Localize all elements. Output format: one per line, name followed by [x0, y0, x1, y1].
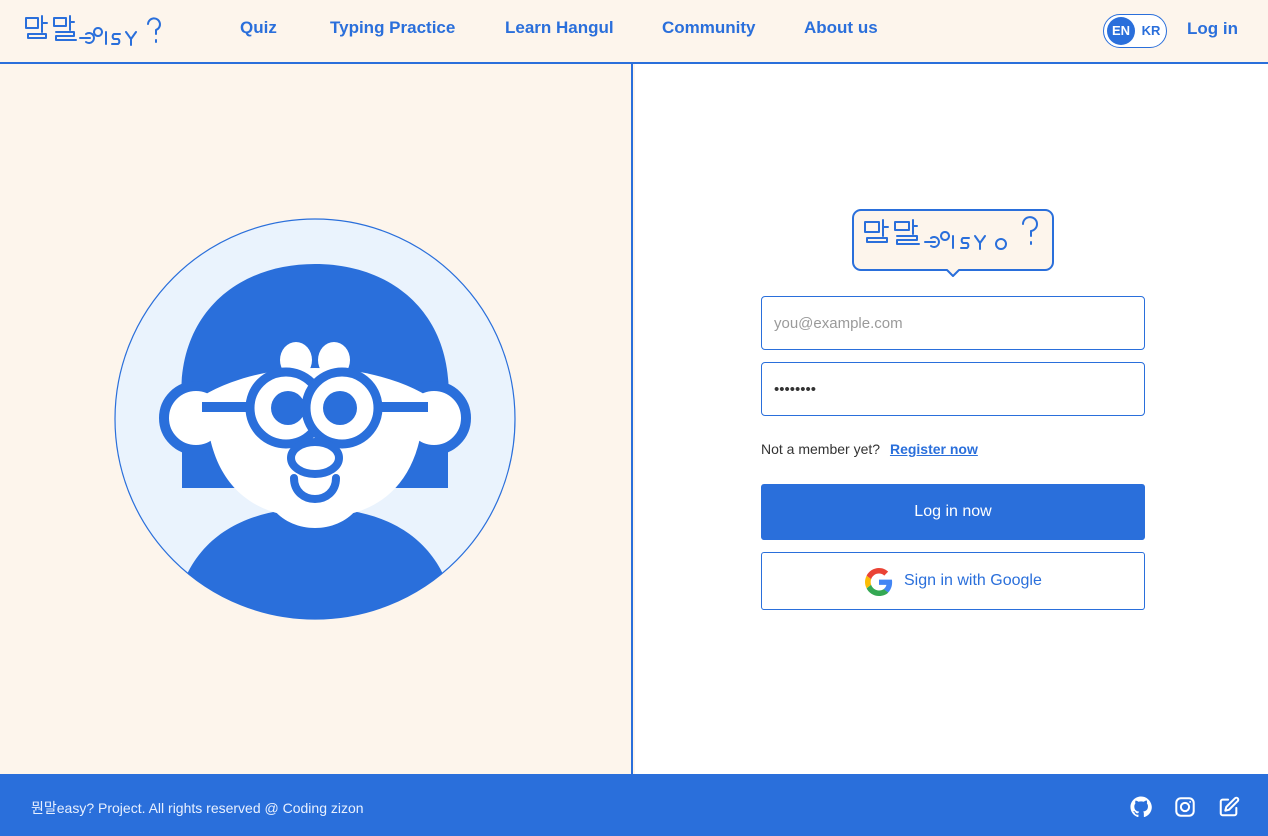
email-input[interactable] [761, 296, 1145, 350]
login-logo-speech-bubble [852, 209, 1054, 277]
register-now-link[interactable]: Register now [890, 441, 978, 457]
instagram-icon[interactable] [1174, 796, 1196, 818]
nav-learn-hangul[interactable]: Learn Hangul [505, 18, 614, 38]
header-login-link[interactable]: Log in [1187, 19, 1238, 39]
language-toggle[interactable]: EN KR [1103, 14, 1167, 48]
top-navbar: Quiz Typing Practice Learn Hangul Commun… [0, 0, 1268, 64]
character-avatar-illustration [114, 218, 516, 620]
nav-typing-practice[interactable]: Typing Practice [330, 18, 455, 38]
google-signin-label: Sign in with Google [904, 572, 1042, 589]
google-signin-button[interactable]: Sign in with Google [761, 552, 1145, 610]
login-now-button[interactable]: Log in now [761, 484, 1145, 540]
nav-community[interactable]: Community [662, 18, 756, 38]
footer: 뭔말easy? Project. All rights reserved @ C… [0, 774, 1268, 836]
site-logo[interactable] [24, 14, 176, 48]
nav-quiz[interactable]: Quiz [240, 18, 277, 38]
password-input[interactable] [761, 362, 1145, 416]
edit-icon[interactable] [1218, 796, 1240, 818]
github-icon[interactable] [1130, 796, 1152, 818]
footer-copyright: 뭔말easy? Project. All rights reserved @ C… [31, 800, 364, 816]
illustration-panel [0, 64, 633, 774]
lang-kr-option[interactable]: KR [1139, 17, 1163, 45]
google-icon [865, 568, 893, 596]
nav-about-us[interactable]: About us [804, 18, 878, 38]
login-panel: Not a member yet? Register now Log in no… [635, 64, 1268, 774]
not-member-text: Not a member yet? [761, 441, 881, 457]
register-prompt: Not a member yet? Register now [761, 441, 978, 457]
lang-en-option[interactable]: EN [1107, 17, 1135, 45]
